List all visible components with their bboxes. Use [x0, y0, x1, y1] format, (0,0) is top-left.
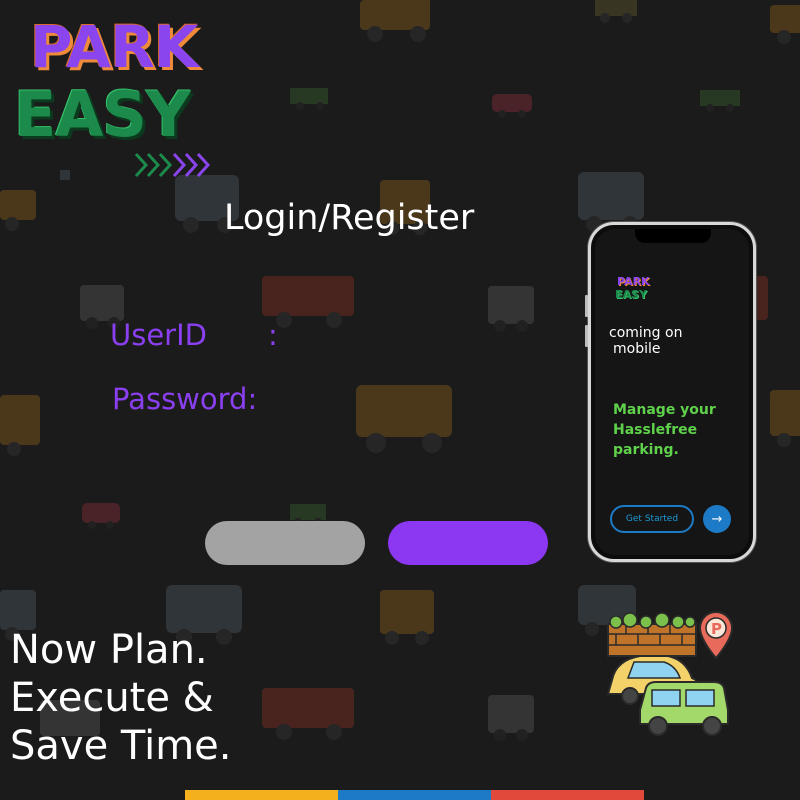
userid-colon: :	[268, 318, 278, 352]
phone-side-button	[585, 295, 588, 317]
arrow-right-button[interactable]: →	[703, 505, 731, 533]
login-register-heading: Login/Register	[224, 198, 475, 238]
svg-text:P: P	[711, 620, 722, 638]
phone-logo-easy: EASY	[615, 288, 647, 301]
manage-line-1: Manage your	[613, 402, 716, 418]
coming-line-1: coming on	[609, 325, 683, 341]
login-button[interactable]	[205, 521, 365, 565]
bottom-bar-yellow	[185, 790, 338, 800]
get-started-button[interactable]: Get Started	[610, 505, 694, 533]
manage-parking-text: Manage your Hasslefree parking.	[613, 400, 716, 460]
tagline: Now Plan. Execute & Save Time.	[10, 626, 232, 770]
bottom-bar-blue	[338, 790, 491, 800]
userid-label: UserID	[110, 318, 207, 352]
coming-on-mobile-text: coming on mobile	[609, 325, 682, 357]
bottom-bar-red	[491, 790, 644, 800]
register-button[interactable]	[388, 521, 548, 565]
tagline-line-1: Now Plan.	[10, 627, 208, 673]
logo-park-text: PARK	[30, 13, 199, 81]
chevron-arrows-icon	[134, 152, 211, 178]
logo-easy-text: EASY	[14, 78, 191, 151]
phone-side-button	[585, 325, 588, 347]
parking-lot-icon: P	[606, 610, 734, 736]
phone-screen: PARK EASY coming on mobile Manage your H…	[595, 229, 749, 555]
manage-line-3: parking.	[613, 442, 679, 458]
phone-notch	[635, 229, 711, 243]
phone-mockup: PARK EASY coming on mobile Manage your H…	[585, 222, 756, 562]
tagline-line-3: Save Time.	[10, 723, 232, 769]
manage-line-2: Hasslefree	[613, 422, 698, 438]
tagline-line-2: Execute &	[10, 675, 214, 721]
password-label: Password:	[112, 382, 258, 416]
phone-logo-park: PARK	[617, 275, 650, 288]
coming-line-2: mobile	[613, 341, 661, 357]
